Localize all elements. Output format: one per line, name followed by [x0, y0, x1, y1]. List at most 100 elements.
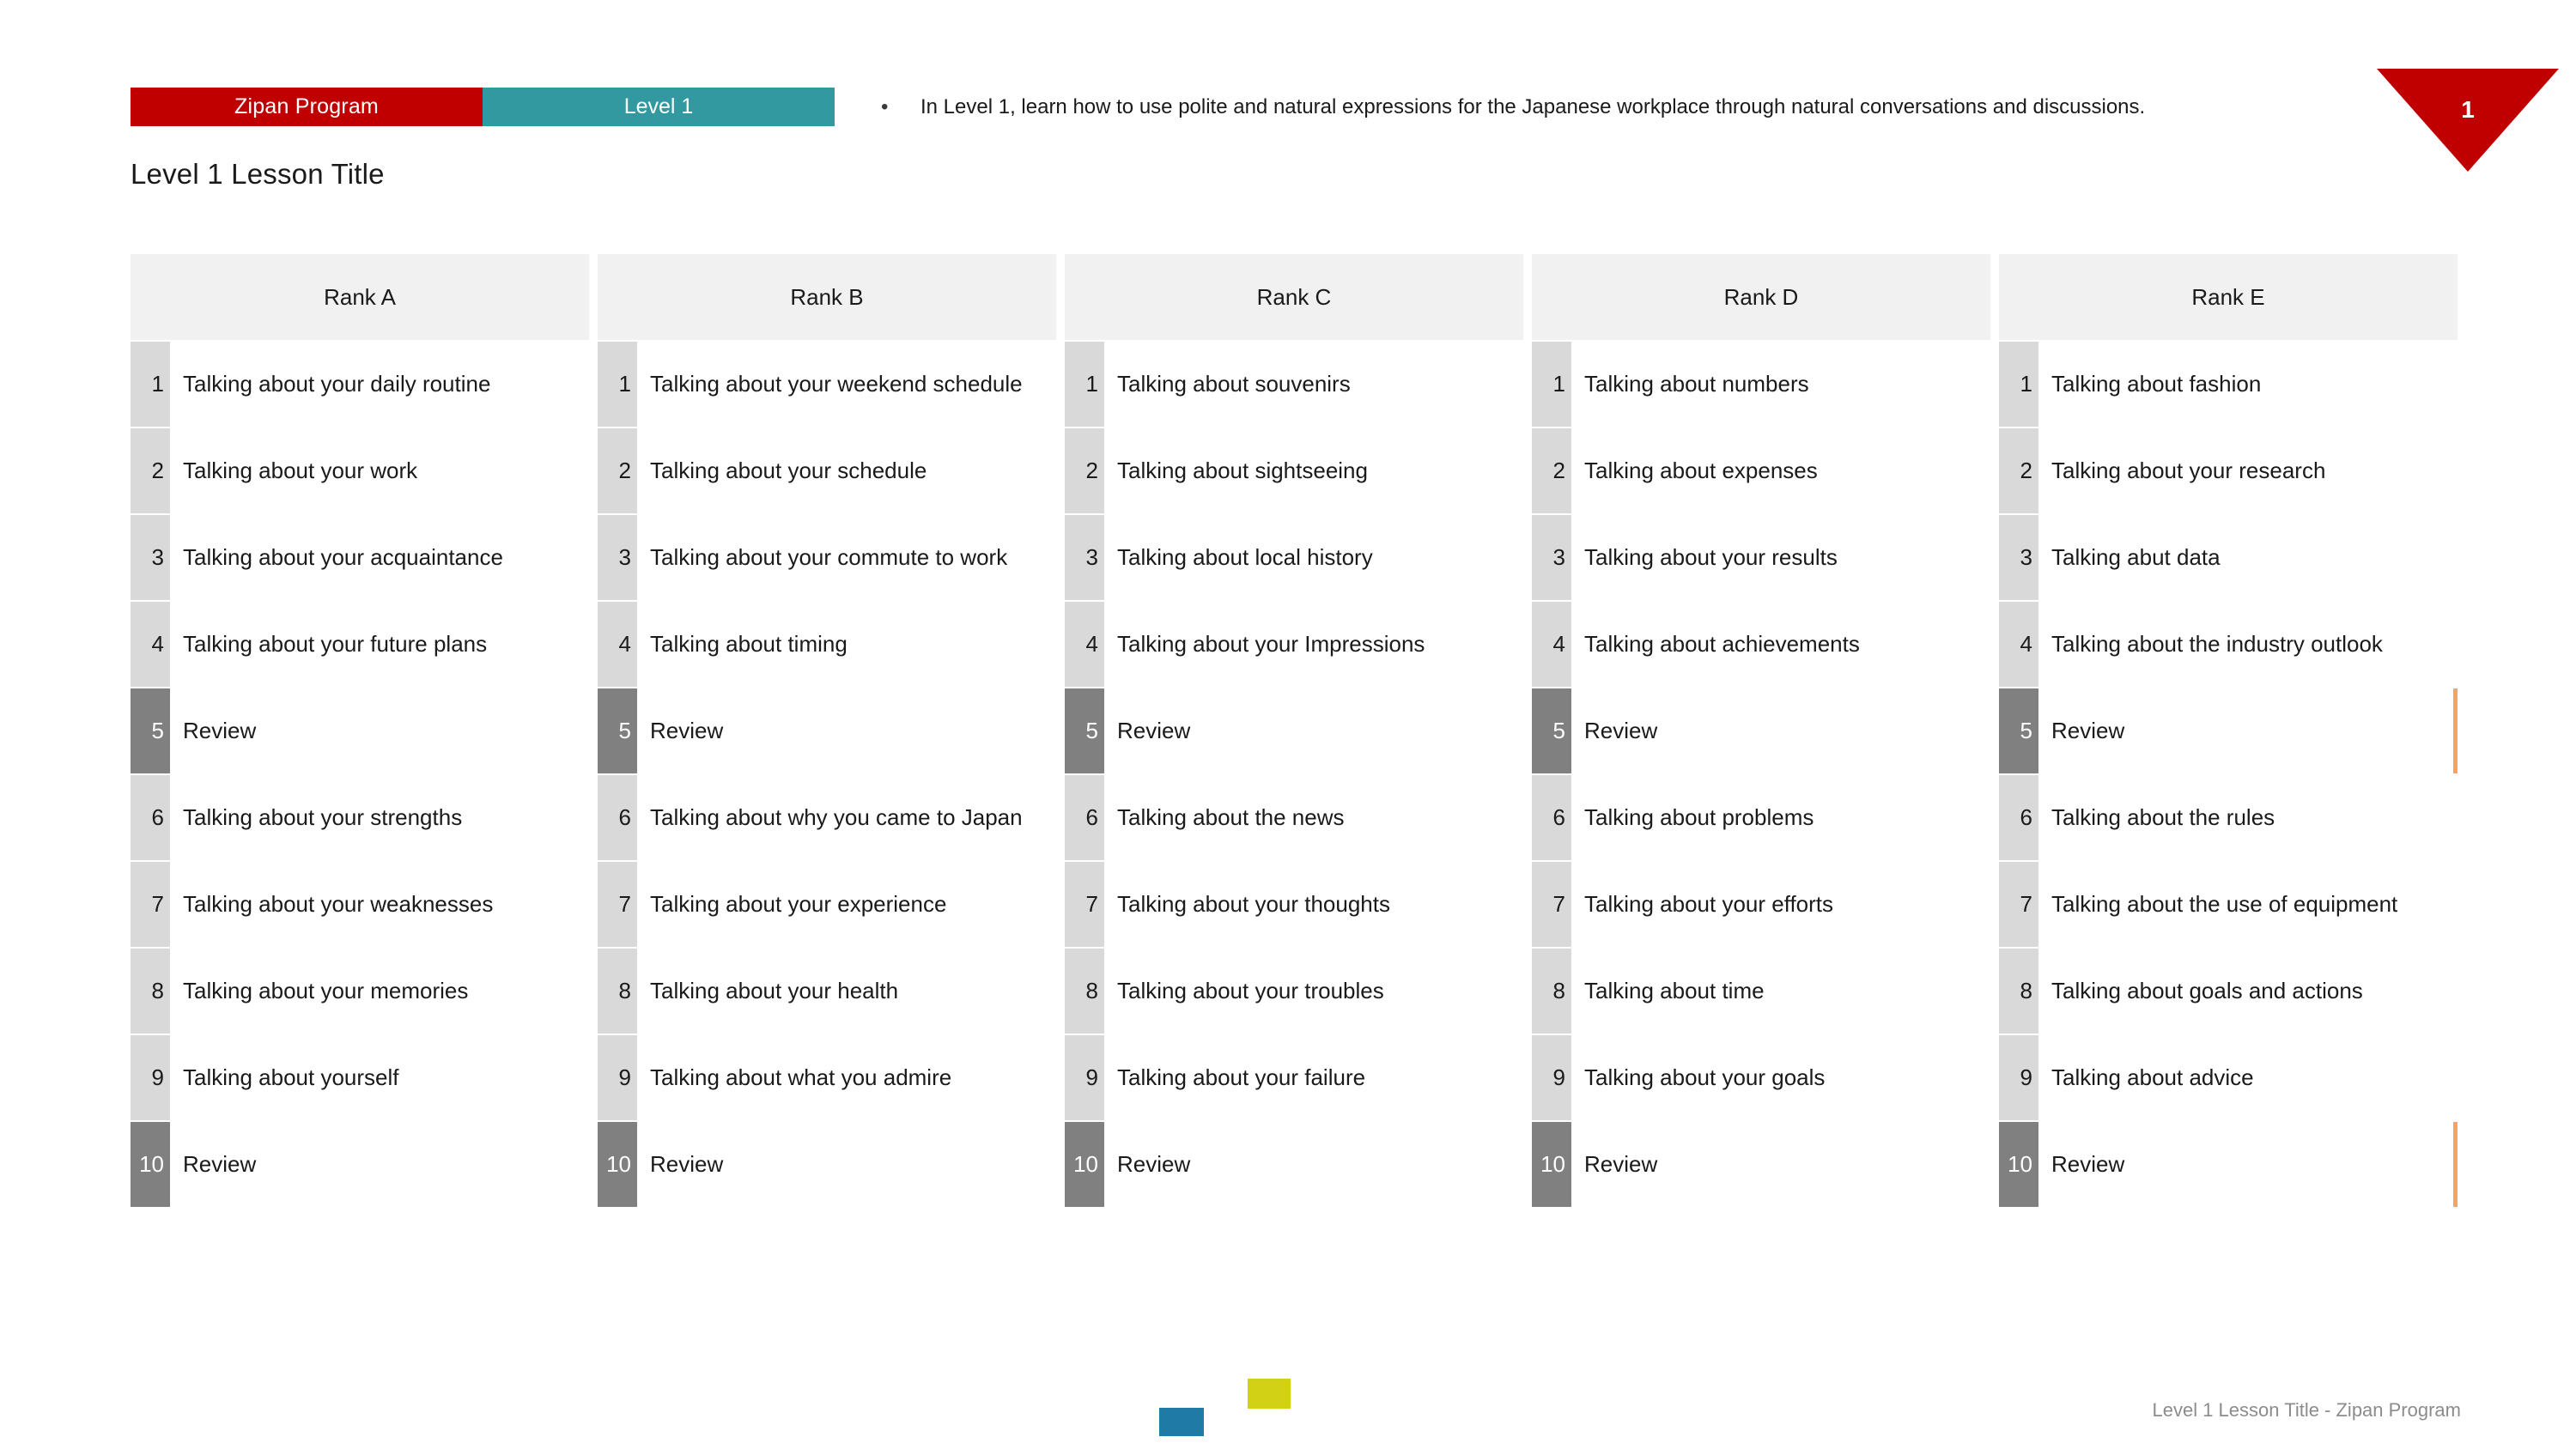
lesson-row[interactable]: 9 Talking about your failure [1065, 1035, 1523, 1122]
lesson-number: 1 [131, 342, 170, 427]
lesson-row[interactable]: 4 Talking about achievements [1532, 602, 1990, 688]
lesson-row[interactable]: 6 Talking about why you came to Japan [598, 775, 1056, 862]
lesson-number: 3 [1532, 515, 1571, 600]
lesson-row[interactable]: 3 Talking about your commute to work [598, 515, 1056, 602]
lesson-title: Talking about your health [637, 949, 1056, 1034]
intro-bullet: • In Level 1, learn how to use polite an… [881, 94, 2145, 120]
review-row[interactable]: 5 Review [131, 688, 589, 775]
rank-column: Rank B 1 Talking about your weekend schedu… [598, 254, 1056, 1209]
lesson-title: Talking about timing [637, 602, 1056, 687]
lesson-title: Talking about sightseeing [1104, 428, 1523, 513]
lesson-row[interactable]: 3 Talking about your acquaintance [131, 515, 589, 602]
lesson-row[interactable]: 1 Talking about numbers [1532, 342, 1990, 428]
lesson-row[interactable]: 9 Talking about your goals [1532, 1035, 1990, 1122]
lesson-row[interactable]: 1 Talking about fashion [1999, 342, 2458, 428]
lesson-number: 3 [1999, 515, 2038, 600]
lesson-number: 5 [1065, 688, 1104, 773]
rank-column-rows: 1 Talking about fashion 2 Talking about you… [1999, 342, 2458, 1209]
lesson-row[interactable]: 1 Talking about souvenirs [1065, 342, 1523, 428]
lesson-row[interactable]: 6 Talking about your strengths [131, 775, 589, 862]
page-title: Level 1 Lesson Title [131, 158, 385, 190]
lesson-row[interactable]: 4 Talking about timing [598, 602, 1056, 688]
review-row[interactable]: 5 Review [1999, 688, 2458, 775]
rank-column: Rank D 1 Talking about numbers 2 Talking abo… [1532, 254, 1990, 1209]
lesson-row[interactable]: 3 Talking about local history [1065, 515, 1523, 602]
lesson-row[interactable]: 7 Talking about the use of equipment [1999, 862, 2458, 949]
review-row[interactable]: 10 Review [1999, 1122, 2458, 1209]
page-number: 1 [2461, 96, 2475, 123]
lesson-row[interactable]: 9 Talking about yourself [131, 1035, 589, 1122]
lesson-title: Talking about the news [1104, 775, 1523, 860]
lesson-title: Talking about fashion [2038, 342, 2458, 427]
lesson-row[interactable]: 2 Talking about your work [131, 428, 589, 515]
intro-bullet-text: In Level 1, learn how to use polite and … [920, 95, 2146, 118]
rank-column: Rank C 1 Talking about souvenirs 2 Talking a… [1065, 254, 1523, 1209]
lesson-title: Review [1104, 1122, 1523, 1207]
lesson-title: Review [1571, 1122, 1990, 1207]
lesson-title: Talking about advice [2038, 1035, 2458, 1120]
lesson-row[interactable]: 6 Talking about the rules [1999, 775, 2458, 862]
lesson-row[interactable]: 7 Talking about your efforts [1532, 862, 1990, 949]
lesson-row[interactable]: 2 Talking about your schedule [598, 428, 1056, 515]
lesson-number: 1 [598, 342, 637, 427]
lesson-number: 2 [1065, 428, 1104, 513]
lesson-title: Talking about local history [1104, 515, 1523, 600]
lesson-row[interactable]: 3 Talking abut data [1999, 515, 2458, 602]
lesson-number: 9 [598, 1035, 637, 1120]
lesson-title: Review [2038, 1122, 2458, 1207]
lesson-row[interactable]: 8 Talking about your troubles [1065, 949, 1523, 1035]
lesson-number: 10 [1065, 1122, 1104, 1207]
lesson-row[interactable]: 8 Talking about goals and actions [1999, 949, 2458, 1035]
lesson-title: Review [170, 688, 589, 773]
review-row[interactable]: 5 Review [1065, 688, 1523, 775]
bullet-point-icon: • [881, 95, 889, 118]
lesson-row[interactable]: 7 Talking about your thoughts [1065, 862, 1523, 949]
rank-column-rows: 1 Talking about numbers 2 Talking about exp… [1532, 342, 1990, 1209]
lesson-row[interactable]: 2 Talking about expenses [1532, 428, 1990, 515]
lesson-row[interactable]: 4 Talking about the industry outlook [1999, 602, 2458, 688]
review-row[interactable]: 10 Review [131, 1122, 589, 1209]
review-row[interactable]: 10 Review [1065, 1122, 1523, 1209]
lesson-title: Talking about the industry outlook [2038, 602, 2458, 687]
lesson-number: 1 [1999, 342, 2038, 427]
lesson-row[interactable]: 6 Talking about problems [1532, 775, 1990, 862]
lesson-row[interactable]: 2 Talking about your research [1999, 428, 2458, 515]
lesson-number: 10 [131, 1122, 170, 1207]
lesson-title: Talking about your work [170, 428, 589, 513]
lesson-row[interactable]: 1 Talking about your daily routine [131, 342, 589, 428]
lesson-title: Talking about what you admire [637, 1035, 1056, 1120]
lesson-row[interactable]: 8 Talking about time [1532, 949, 1990, 1035]
lesson-row[interactable]: 7 Talking about your experience [598, 862, 1056, 949]
rank-table: Rank A 1 Talking about your daily routine 2… [131, 254, 2461, 1209]
lesson-row[interactable]: 1 Talking about your weekend schedule [598, 342, 1056, 428]
lesson-title: Talking about your experience [637, 862, 1056, 947]
lesson-number: 4 [131, 602, 170, 687]
review-row[interactable]: 10 Review [598, 1122, 1056, 1209]
lesson-number: 6 [1532, 775, 1571, 860]
lesson-title: Review [1104, 688, 1523, 773]
lesson-title: Review [1571, 688, 1990, 773]
review-row[interactable]: 5 Review [598, 688, 1056, 775]
lesson-row[interactable]: 3 Talking about your results [1532, 515, 1990, 602]
review-row[interactable]: 5 Review [1532, 688, 1990, 775]
lesson-row[interactable]: 8 Talking about your health [598, 949, 1056, 1035]
lesson-row[interactable]: 9 Talking about what you admire [598, 1035, 1056, 1122]
lesson-row[interactable]: 4 Talking about your future plans [131, 602, 589, 688]
review-row[interactable]: 10 Review [1532, 1122, 1990, 1209]
lesson-row[interactable]: 2 Talking about sightseeing [1065, 428, 1523, 515]
lesson-row[interactable]: 9 Talking about advice [1999, 1035, 2458, 1122]
lesson-title: Talking about your acquaintance [170, 515, 589, 600]
lesson-title: Talking about your thoughts [1104, 862, 1523, 947]
lesson-row[interactable]: 8 Talking about your memories [131, 949, 589, 1035]
lesson-title: Talking about yourself [170, 1035, 589, 1120]
lesson-row[interactable]: 4 Talking about your Impressions [1065, 602, 1523, 688]
lesson-row[interactable]: 7 Talking about your weaknesses [131, 862, 589, 949]
lesson-number: 5 [131, 688, 170, 773]
footer-label: Level 1 Lesson Title - Zipan Program [2152, 1399, 2461, 1421]
lesson-title: Review [2038, 688, 2458, 773]
lesson-number: 4 [1999, 602, 2038, 687]
lesson-title: Talking about your Impressions [1104, 602, 1523, 687]
lesson-row[interactable]: 6 Talking about the news [1065, 775, 1523, 862]
lesson-number: 6 [131, 775, 170, 860]
lesson-number: 8 [1999, 949, 2038, 1034]
